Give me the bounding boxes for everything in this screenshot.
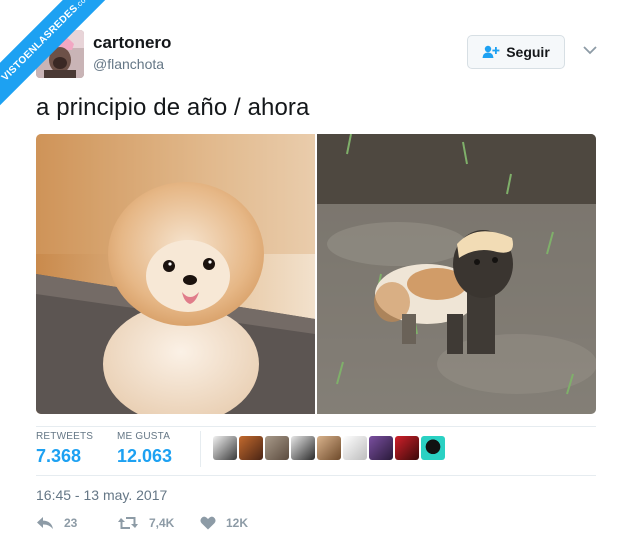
- liker-avatar[interactable]: [291, 436, 315, 460]
- photo-right[interactable]: [317, 134, 596, 414]
- follow-label: Seguir: [506, 44, 550, 60]
- like-count: 12K: [226, 516, 249, 530]
- follow-button[interactable]: Seguir: [467, 35, 565, 69]
- liker-avatar[interactable]: [369, 436, 393, 460]
- liker-avatar[interactable]: [421, 436, 445, 460]
- retweet-count: 7,4K: [149, 516, 175, 530]
- display-name[interactable]: cartonero: [93, 33, 171, 53]
- retweet-icon: [118, 517, 138, 529]
- tweet-card: VISTOENLASREDES.com cartonero @flanchota…: [0, 0, 633, 552]
- reply-action[interactable]: 23: [36, 516, 77, 530]
- heart-icon: [200, 516, 216, 530]
- divider: [36, 475, 596, 476]
- photo-left[interactable]: [36, 134, 315, 414]
- divider: [36, 426, 596, 427]
- liker-avatar[interactable]: [395, 436, 419, 460]
- tweet-text: a principio de año / ahora: [36, 94, 310, 121]
- likes-label: ME GUSTA: [117, 431, 171, 442]
- liker-avatar[interactable]: [343, 436, 367, 460]
- chevron-down-icon[interactable]: [583, 45, 597, 55]
- retweet-action[interactable]: 7,4K: [117, 516, 174, 530]
- stats-separator: [200, 431, 201, 467]
- liker-avatars: [213, 436, 445, 460]
- retweets-stat[interactable]: RETWEETS 7.368: [36, 431, 93, 467]
- media-container[interactable]: [36, 134, 596, 414]
- likes-count[interactable]: 12.063: [117, 446, 172, 467]
- muddy-pomeranian-photo: [317, 134, 596, 414]
- liker-avatar[interactable]: [265, 436, 289, 460]
- retweets-count[interactable]: 7.368: [36, 446, 93, 467]
- liker-avatar[interactable]: [317, 436, 341, 460]
- likes-stat[interactable]: ME GUSTA 12.063: [117, 431, 172, 467]
- like-action[interactable]: 12K: [200, 516, 248, 530]
- retweets-label: RETWEETS: [36, 431, 94, 442]
- liker-avatar[interactable]: [239, 436, 263, 460]
- liker-avatar[interactable]: [213, 436, 237, 460]
- username-handle[interactable]: @flanchota: [93, 56, 164, 72]
- tweet-timestamp[interactable]: 16:45 - 13 may. 2017: [36, 487, 167, 503]
- reply-count: 23: [64, 516, 78, 530]
- reply-icon: [37, 517, 53, 529]
- add-user-icon: [482, 45, 500, 58]
- fluffy-pomeranian-photo: [36, 134, 315, 414]
